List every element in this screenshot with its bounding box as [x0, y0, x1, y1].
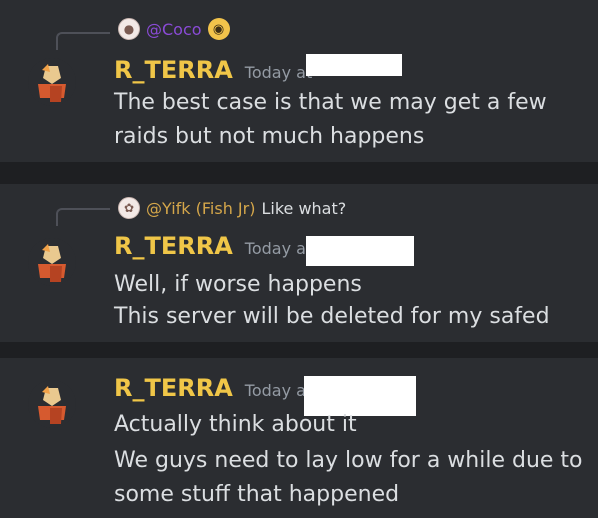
redaction-box [306, 236, 414, 266]
message-line: raids but not much happens [114, 124, 425, 149]
message-line: some stuff that happened [114, 482, 400, 507]
character-avatar-icon[interactable] [28, 238, 76, 286]
username[interactable]: R_TERRA [114, 232, 233, 260]
reply-preview[interactable]: ● @Coco ◉ [118, 18, 230, 40]
message-card[interactable]: R_TERRA Today at Actually think about it… [0, 358, 598, 518]
message-header: R_TERRA Today at [114, 232, 312, 260]
message-card[interactable]: ● @Coco ◉ R_TERRA Today at The best case… [0, 0, 598, 162]
reply-connector [56, 208, 110, 226]
monocle-face-icon: ◉ [207, 18, 230, 40]
character-avatar-icon[interactable] [28, 58, 76, 106]
message-card[interactable]: ✿ @Yifk (Fish Jr) Like what? R_TERRA Tod… [0, 184, 598, 342]
message-line: The best case is that we may get a few [114, 90, 547, 115]
reply-avatar: ✿ [118, 197, 140, 219]
timestamp: Today at [244, 239, 313, 258]
username[interactable]: R_TERRA [114, 56, 233, 84]
reply-avatar: ● [118, 18, 140, 40]
message-line: This server will be deleted for my safed [114, 304, 550, 329]
message-line: Well, if worse happens [114, 272, 362, 297]
reply-mention[interactable]: @Coco [146, 20, 202, 39]
timestamp: Today at [244, 63, 313, 82]
timestamp: Today at [244, 381, 313, 400]
chat-viewport: { "messages": [ { "reply": { "name": "@C… [0, 0, 598, 518]
character-avatar-icon[interactable] [28, 380, 76, 428]
username[interactable]: R_TERRA [114, 374, 233, 402]
message-header: R_TERRA Today at [114, 374, 312, 402]
reply-connector [56, 32, 110, 50]
redaction-box [306, 54, 402, 76]
message-line: We guys need to lay low for a while due … [114, 448, 583, 473]
reply-preview[interactable]: ✿ @Yifk (Fish Jr) Like what? [118, 197, 346, 219]
message-line: Actually think about it [114, 412, 357, 437]
message-header: R_TERRA Today at [114, 56, 312, 84]
reply-text: Like what? [261, 198, 347, 218]
reply-mention[interactable]: @Yifk (Fish Jr) [146, 199, 255, 218]
